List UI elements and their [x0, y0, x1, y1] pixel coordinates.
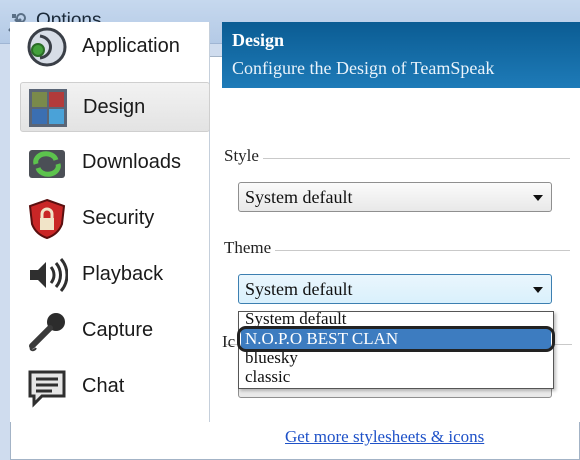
icons-group-label: Ic — [222, 332, 236, 351]
theme-option[interactable]: classic — [241, 367, 551, 387]
design-icon — [29, 89, 67, 127]
sidebar-item-label: Capture — [82, 319, 154, 341]
style-select[interactable]: System default — [238, 182, 552, 212]
chat-icon — [28, 370, 66, 408]
theme-group-line — [224, 250, 570, 251]
sidebar-item-label: Playback — [82, 263, 164, 285]
panel-header: Design Configure the Design of TeamSpeak — [222, 22, 580, 88]
sidebar-item-label: Chat — [82, 375, 125, 397]
downloads-icon — [29, 150, 65, 178]
sidebar-item-application[interactable]: Application — [20, 22, 210, 72]
security-icon — [28, 198, 66, 240]
sidebar-item-label: Application — [82, 35, 180, 57]
sidebar-item-label: Downloads — [82, 151, 181, 173]
sidebar-item-capture[interactable]: Capture — [20, 306, 210, 356]
get-more-stylesheets-link[interactable]: Get more stylesheets & icons — [285, 427, 484, 447]
theme-select[interactable]: System default — [238, 274, 552, 304]
theme-select-value: System default — [245, 279, 353, 299]
sidebar-item-downloads[interactable]: Downloads — [20, 138, 210, 188]
playback-icon — [30, 258, 68, 292]
sidebar: Application Design Downloads Security Pl… — [10, 22, 210, 422]
chevron-down-icon — [533, 287, 543, 293]
sidebar-item-label: Design — [83, 96, 146, 118]
style-select-value: System default — [245, 187, 353, 207]
page-title: Design — [232, 30, 285, 50]
sidebar-item-label: Security — [82, 207, 155, 229]
sidebar-item-design[interactable]: Design — [20, 82, 210, 132]
page-subtitle: Configure the Design of TeamSpeak — [232, 58, 495, 78]
capture-icon — [29, 313, 65, 352]
theme-group-label: Theme — [224, 238, 276, 258]
highlight-circle — [237, 326, 555, 352]
application-icon — [27, 27, 67, 67]
sidebar-item-playback[interactable]: Playback — [20, 250, 210, 300]
style-group-line — [224, 158, 570, 159]
theme-dropdown-list: System default N.O.P.O BEST CLAN bluesky… — [237, 309, 555, 389]
chevron-down-icon — [533, 195, 543, 201]
sidebar-item-security[interactable]: Security — [20, 194, 210, 244]
style-group-label: Style — [224, 146, 263, 166]
sidebar-item-chat[interactable]: Chat — [20, 362, 210, 412]
